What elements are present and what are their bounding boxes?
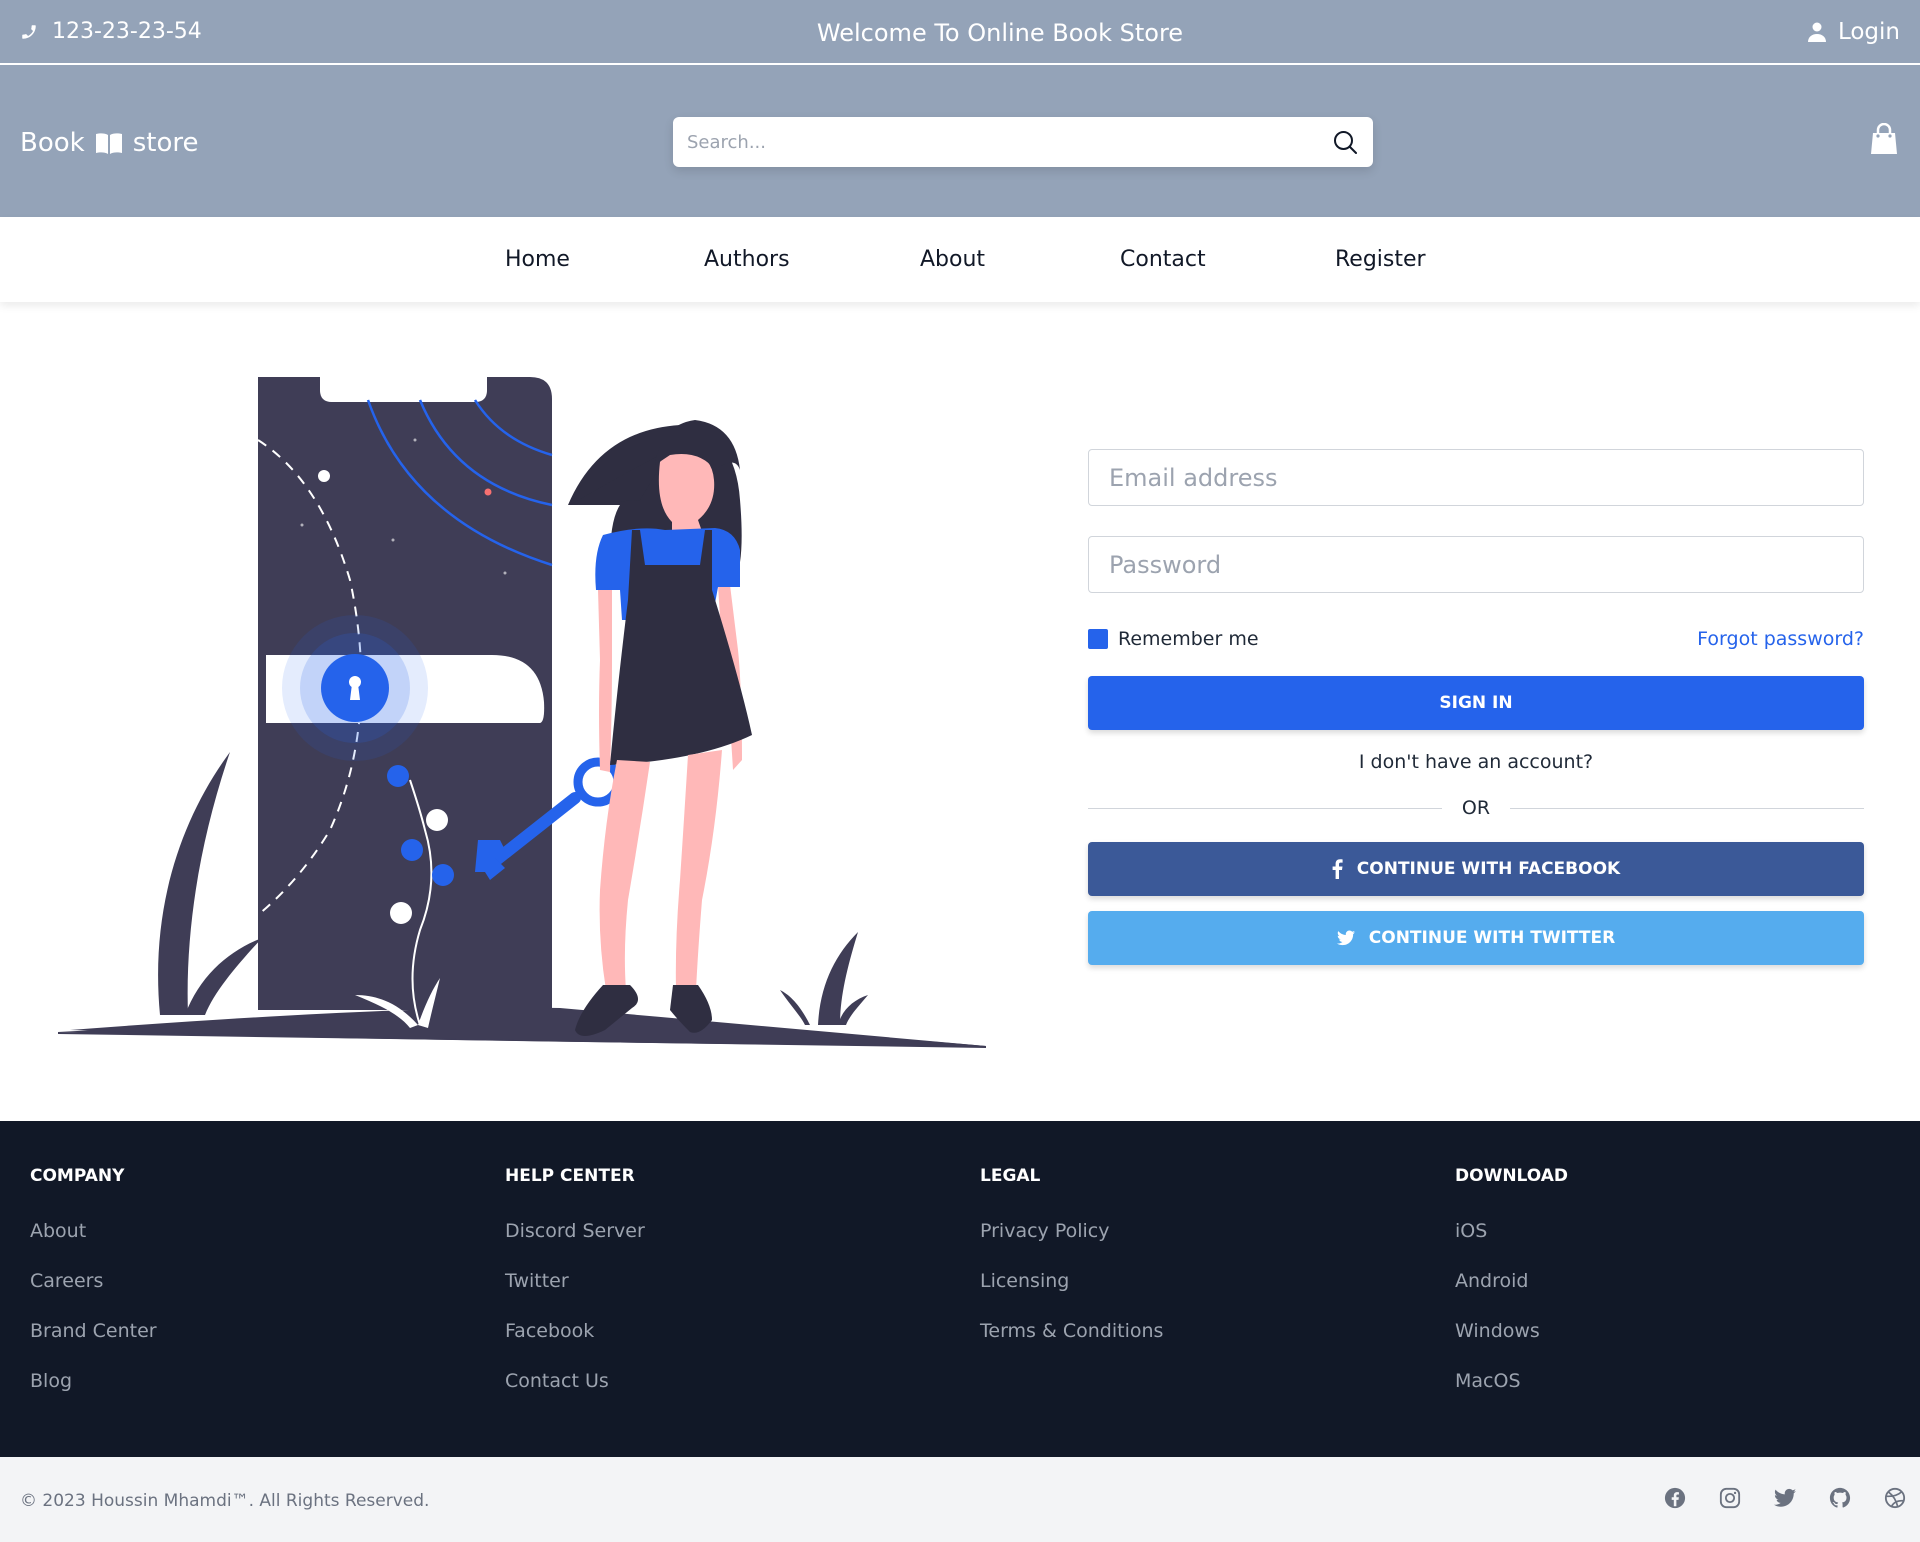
search-input[interactable] (673, 131, 1293, 153)
footer-link[interactable]: Privacy Policy (980, 1220, 1163, 1243)
login-form: Remember me Forgot password? SIGN IN I d… (1088, 449, 1865, 965)
footer-column-legal: LEGAL Privacy Policy Licensing Terms & C… (980, 1166, 1163, 1370)
forgot-password-link[interactable]: Forgot password? (1697, 628, 1864, 650)
footer-link[interactable]: iOS (1455, 1220, 1568, 1243)
plant-leaf (185, 938, 262, 1015)
welcome-text: Welcome To Online Book Store (816, 19, 1184, 47)
sign-in-label: SIGN IN (1439, 693, 1513, 713)
footer-link[interactable]: Facebook (505, 1320, 645, 1343)
footer-link[interactable]: Discord Server (505, 1220, 645, 1243)
book-icon (95, 133, 122, 154)
user-icon (1807, 22, 1826, 42)
sign-in-button[interactable]: SIGN IN (1088, 676, 1864, 730)
email-field[interactable] (1088, 449, 1864, 506)
footer-link[interactable]: Brand Center (30, 1320, 157, 1343)
login-link[interactable]: Login (1807, 19, 1900, 45)
footer-link[interactable]: MacOS (1455, 1370, 1568, 1393)
github-icon[interactable] (1829, 1487, 1851, 1509)
twitter-icon[interactable] (1774, 1487, 1796, 1509)
form-options-row: Remember me Forgot password? (1088, 627, 1864, 651)
instagram-icon[interactable] (1719, 1487, 1741, 1509)
top-bar: 123-23-23-54 Welcome To Online Book Stor… (0, 0, 1920, 65)
nav-contact[interactable]: Contact (1120, 247, 1206, 272)
facebook-icon (1332, 859, 1343, 879)
facebook-icon[interactable] (1664, 1487, 1686, 1509)
remember-me-label: Remember me (1118, 628, 1259, 650)
footer-column-help-center: HELP CENTER Discord Server Twitter Faceb… (505, 1166, 645, 1420)
divider-line (1510, 807, 1865, 809)
header: Book store (0, 65, 1920, 217)
site-logo[interactable]: Book store (20, 128, 198, 158)
divider-line (1088, 807, 1442, 809)
footer-link[interactable]: Windows (1455, 1320, 1568, 1343)
login-illustration (58, 377, 986, 1048)
search-icon[interactable] (1333, 130, 1357, 154)
nav-authors[interactable]: Authors (704, 247, 790, 272)
logo-text-store: store (132, 128, 199, 158)
footer: COMPANY About Careers Brand Center Blog … (0, 1121, 1920, 1457)
footer-column-title: DOWNLOAD (1455, 1166, 1569, 1186)
footer-column-download: DOWNLOAD iOS Android Windows MacOS (1455, 1166, 1568, 1420)
nav-register[interactable]: Register (1335, 247, 1426, 272)
search-bar (673, 117, 1373, 167)
footer-link[interactable]: Careers (30, 1270, 157, 1293)
twitter-label: CONTINUE WITH TWITTER (1368, 928, 1616, 948)
twitter-icon (1336, 930, 1355, 946)
social-links (1664, 1487, 1906, 1509)
footer-link[interactable]: About (30, 1220, 157, 1243)
footer-bottom-bar: © 2023 Houssin Mhamdi™. All Rights Reser… (0, 1457, 1920, 1542)
or-divider: OR (1088, 793, 1865, 823)
footer-link[interactable]: Licensing (980, 1270, 1163, 1293)
footer-column-title: LEGAL (980, 1166, 1041, 1186)
remember-me-checkbox[interactable] (1088, 629, 1108, 649)
shopping-bag-icon[interactable] (1870, 123, 1898, 155)
plant-leaf (838, 995, 868, 1025)
footer-link[interactable]: Blog (30, 1370, 157, 1393)
nav-about[interactable]: About (920, 247, 985, 272)
plant-leaf (780, 990, 810, 1025)
dribbble-icon[interactable] (1884, 1487, 1906, 1509)
main-nav: Home Authors About Contact Register (0, 217, 1920, 302)
copyright-text: © 2023 Houssin Mhamdi™. All Rights Reser… (20, 1491, 430, 1511)
logo-text-book: Book (20, 128, 85, 158)
footer-link[interactable]: Twitter (505, 1270, 645, 1293)
or-label: OR (1461, 797, 1491, 819)
password-field[interactable] (1088, 536, 1864, 593)
login-label: Login (1837, 19, 1900, 45)
footer-column-title: HELP CENTER (505, 1166, 635, 1186)
continue-with-twitter-button[interactable]: CONTINUE WITH TWITTER (1088, 911, 1864, 965)
continue-with-facebook-button[interactable]: CONTINUE WITH FACEBOOK (1088, 842, 1864, 896)
footer-link[interactable]: Contact Us (505, 1370, 645, 1393)
no-account-text: I don't have an account? (1358, 751, 1594, 773)
facebook-label: CONTINUE WITH FACEBOOK (1356, 859, 1621, 879)
footer-link[interactable]: Terms & Conditions (980, 1320, 1163, 1343)
remember-me: Remember me (1088, 628, 1259, 650)
footer-column-company: COMPANY About Careers Brand Center Blog (30, 1166, 157, 1420)
footer-link[interactable]: Android (1455, 1270, 1568, 1293)
nav-home[interactable]: Home (505, 247, 570, 272)
footer-column-title: COMPANY (30, 1166, 125, 1186)
